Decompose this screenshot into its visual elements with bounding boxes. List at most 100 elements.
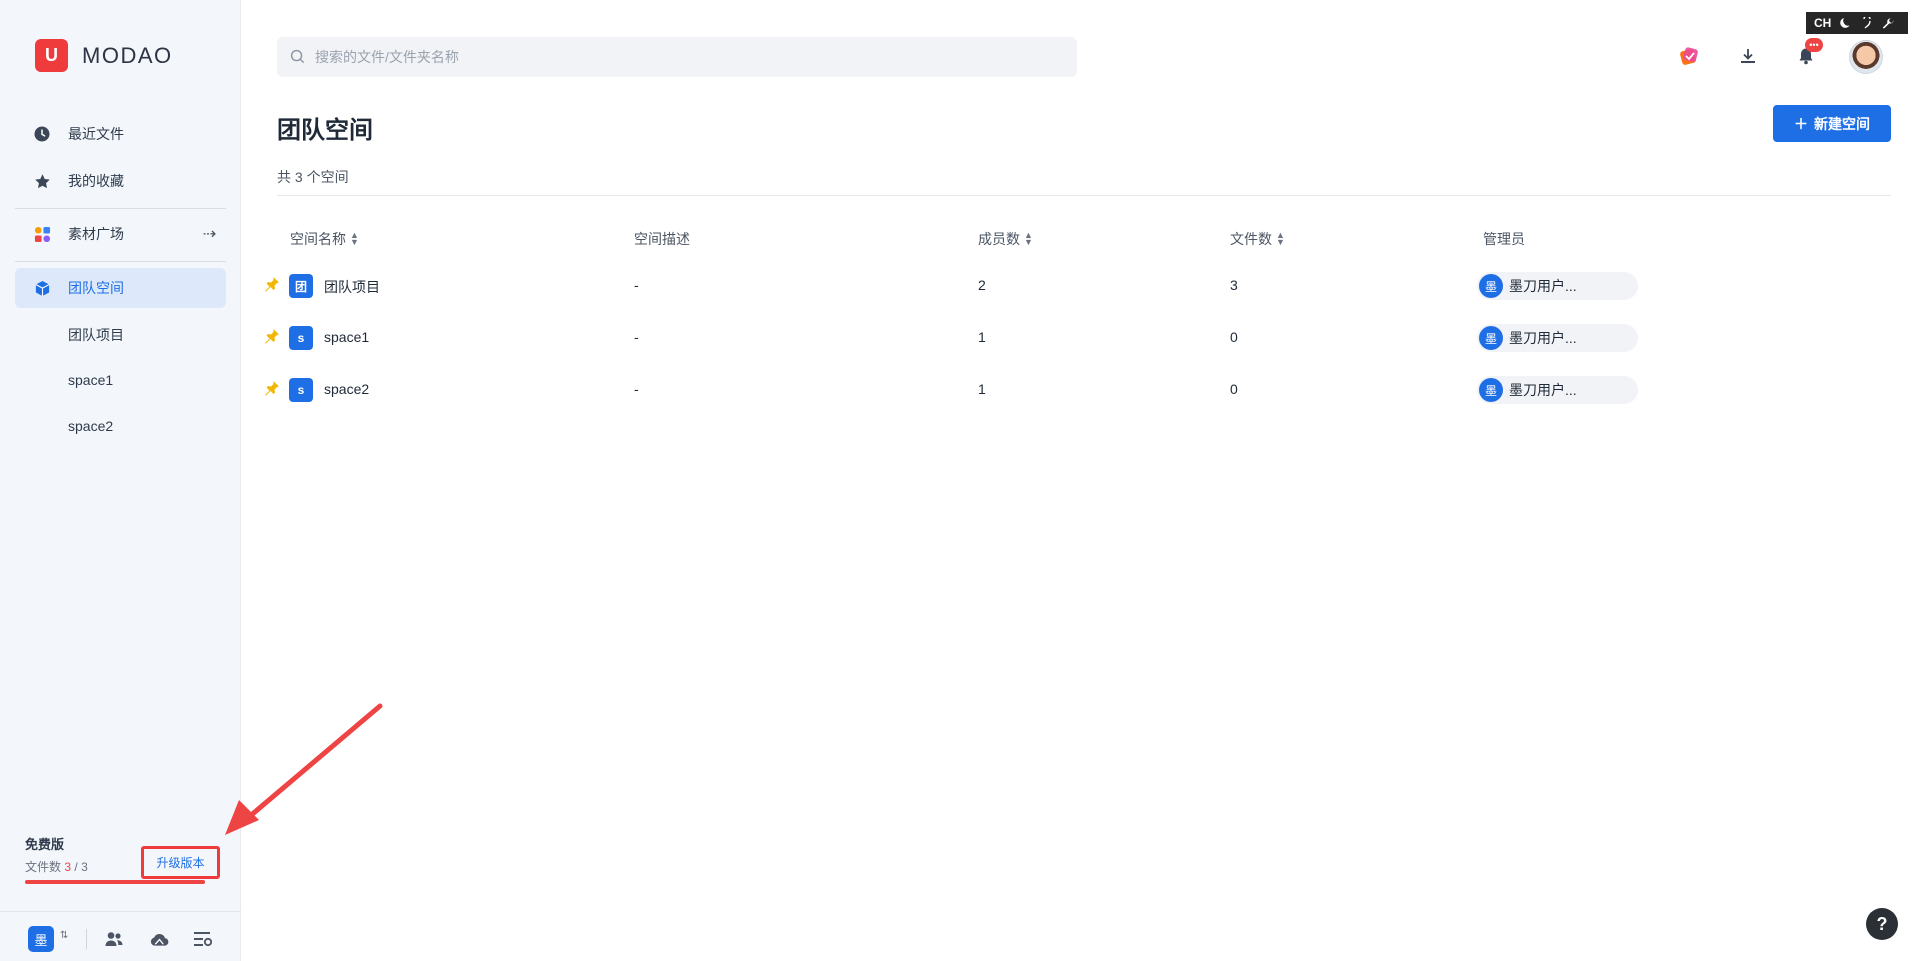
notification-badge: ••• [1805, 38, 1823, 52]
dev-toolbar[interactable]: CH [1806, 12, 1908, 34]
sidebar-item-label: 我的收藏 [68, 173, 124, 189]
plan-name: 免费版 [25, 837, 65, 852]
member-count: 2 [978, 277, 986, 293]
admin-name: 墨刀用户... [1509, 330, 1577, 346]
admin-name: 墨刀用户... [1509, 278, 1577, 294]
space-icon: s [289, 326, 313, 350]
star-icon [33, 172, 51, 190]
table-row[interactable]: s space1 - 1 0 墨 墨刀用户... [260, 312, 1900, 364]
admin-chip[interactable]: 墨 墨刀用户... [1477, 376, 1638, 404]
upgrade-button[interactable]: 升级版本 [141, 846, 220, 879]
moon-icon[interactable] [1840, 17, 1852, 29]
plan-files-total: 3 [81, 860, 88, 874]
cloud-icon[interactable] [149, 929, 169, 949]
pin-icon[interactable] [264, 328, 282, 346]
team-avatar[interactable]: 墨 [28, 926, 54, 952]
sidebar-item-favorites[interactable]: 我的收藏 [15, 161, 226, 201]
column-header-name[interactable]: 空间名称 ▲ ▼ [290, 229, 359, 249]
search-icon [290, 49, 306, 65]
column-header-label: 成员数 [978, 231, 1020, 247]
sidebar-item-assets[interactable]: 素材广场 ⇢ [15, 214, 226, 254]
download-icon[interactable] [1736, 44, 1760, 68]
pin-icon[interactable] [264, 276, 282, 294]
plan-files-label: 文件数 [25, 860, 62, 874]
column-header-admin: 管理员 [1483, 229, 1525, 249]
dev-toolbar-label: CH [1814, 16, 1832, 30]
logo[interactable]: U MODAO [35, 39, 173, 72]
admin-chip[interactable]: 墨 墨刀用户... [1477, 324, 1638, 352]
file-count: 3 [1230, 277, 1238, 293]
column-header-files[interactable]: 文件数 ▲ ▼ [1230, 229, 1285, 249]
admin-name: 墨刀用户... [1509, 382, 1577, 398]
column-header-label: 空间名称 [290, 231, 346, 247]
hook-icon[interactable] [1861, 17, 1873, 29]
pin-icon[interactable] [264, 380, 282, 398]
admin-avatar: 墨 [1479, 378, 1503, 402]
plan-usage-fill [25, 880, 205, 884]
column-header-members[interactable]: 成员数 ▲ ▼ [978, 229, 1033, 249]
admin-avatar: 墨 [1479, 274, 1503, 298]
sidebar-divider [15, 208, 226, 209]
space-name[interactable]: 团队项目 [324, 277, 380, 297]
clock-icon [33, 125, 51, 143]
logo-text: MODAO [82, 42, 173, 68]
plan-file-count: 文件数 3 / 3 [25, 858, 88, 875]
space-count: 共 3 个空间 [277, 169, 349, 185]
file-count: 0 [1230, 381, 1238, 397]
plus-icon: ＋ [1794, 115, 1808, 132]
user-avatar[interactable] [1849, 40, 1883, 74]
arrow-right-icon: ⇢ [202, 226, 216, 243]
sidebar-item-team-space[interactable]: 团队空间 [15, 268, 226, 308]
sidebar-divider [15, 261, 226, 262]
space-name[interactable]: space2 [324, 381, 369, 397]
sort-icon[interactable]: ▲ ▼ [1024, 231, 1033, 247]
new-space-label: 新建空间 [1814, 115, 1870, 132]
plan-usage-bar [25, 880, 205, 884]
sidebar-bottom-bar: 墨 ⇅ [0, 911, 241, 961]
admin-avatar: 墨 [1479, 326, 1503, 350]
sidebar: U MODAO 最近文件 我的收藏 素材广场 ⇢ 团队空间 团队项目 space… [0, 0, 241, 961]
admin-chip[interactable]: 墨 墨刀用户... [1477, 272, 1638, 300]
member-count: 1 [978, 329, 986, 345]
members-icon[interactable] [104, 929, 124, 949]
sort-icon[interactable]: ▲ ▼ [1276, 231, 1285, 247]
sidebar-subitem-space1[interactable]: space1 [68, 372, 113, 388]
plan-files-sep: / [71, 860, 82, 874]
sidebar-subitem-space2[interactable]: space2 [68, 418, 113, 434]
wrench-icon[interactable] [1882, 17, 1895, 30]
file-count: 0 [1230, 329, 1238, 345]
search-input[interactable] [315, 49, 1015, 65]
table-row[interactable]: 团 团队项目 - 2 3 墨 墨刀用户... [260, 260, 1900, 312]
sidebar-subitem-team-project[interactable]: 团队项目 [68, 325, 124, 345]
bottom-divider [86, 929, 87, 949]
new-space-button[interactable]: ＋ 新建空间 [1773, 105, 1891, 142]
annotation-arrow [225, 703, 383, 835]
logo-mark-icon: U [35, 39, 68, 72]
space-desc: - [634, 381, 639, 397]
team-switch-icon[interactable]: ⇅ [60, 930, 68, 941]
sort-icon[interactable]: ▲ ▼ [350, 231, 359, 247]
space-desc: - [634, 277, 639, 293]
space-desc: - [634, 329, 639, 345]
apps-icon [33, 225, 51, 243]
space-name[interactable]: space1 [324, 329, 369, 345]
column-header-label: 管理员 [1483, 231, 1525, 247]
gift-icon[interactable] [1677, 44, 1701, 68]
header-divider [277, 195, 1891, 196]
settings-list-icon[interactable] [193, 929, 213, 949]
space-icon: s [289, 378, 313, 402]
column-header-label: 空间描述 [634, 231, 690, 247]
table-row[interactable]: s space2 - 1 0 墨 墨刀用户... [260, 364, 1900, 416]
sidebar-item-label: 最近文件 [68, 126, 124, 142]
column-header-desc: 空间描述 [634, 229, 690, 249]
sidebar-item-label: 团队空间 [68, 280, 124, 296]
column-header-label: 文件数 [1230, 231, 1272, 247]
member-count: 1 [978, 381, 986, 397]
page-title: 团队空间 [277, 117, 373, 144]
sidebar-item-label: 素材广场 [68, 226, 124, 242]
search-bar[interactable] [277, 37, 1077, 77]
space-icon: 团 [289, 274, 313, 298]
sidebar-item-recent[interactable]: 最近文件 [15, 114, 226, 154]
help-button[interactable]: ? [1866, 908, 1898, 940]
cube-icon [33, 279, 51, 297]
